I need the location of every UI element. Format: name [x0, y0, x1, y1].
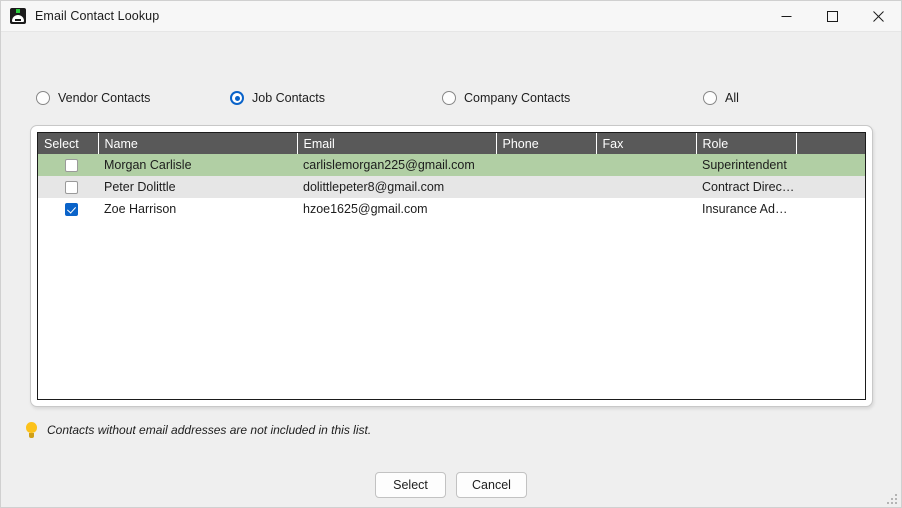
- maximize-button[interactable]: [809, 1, 855, 32]
- radio-icon-vendor-contacts: [36, 91, 50, 105]
- table-row[interactable]: Peter Dolittle dolittlepeter8@gmail.com …: [38, 176, 865, 198]
- app-icon: [10, 8, 26, 24]
- column-header-role[interactable]: Role: [696, 133, 797, 154]
- minimize-button[interactable]: [763, 1, 809, 32]
- radio-label-job-contacts: Job Contacts: [252, 91, 325, 105]
- cell-extra: [796, 198, 865, 220]
- cell-name: Morgan Carlisle: [98, 154, 297, 176]
- table-row[interactable]: Morgan Carlisle carlislemorgan225@gmail.…: [38, 154, 865, 176]
- table-header-row: Select Name Email Phone Fax Role: [38, 133, 865, 154]
- column-header-blank[interactable]: [796, 133, 865, 154]
- cell-fax: [596, 154, 696, 176]
- contacts-grid-panel: Select Name Email Phone Fax Role Morgan …: [30, 125, 873, 407]
- column-header-phone[interactable]: Phone: [496, 133, 597, 154]
- column-header-name[interactable]: Name: [98, 133, 298, 154]
- resize-grip[interactable]: [885, 492, 897, 504]
- radio-job-contacts[interactable]: Job Contacts: [230, 85, 325, 111]
- select-button[interactable]: Select: [375, 472, 446, 498]
- cell-email: carlislemorgan225@gmail.com: [297, 154, 496, 176]
- radio-icon-job-contacts: [230, 91, 244, 105]
- radio-company-contacts[interactable]: Company Contacts: [442, 85, 570, 111]
- close-button[interactable]: [855, 1, 901, 32]
- cell-email: hzoe1625@gmail.com: [297, 198, 496, 220]
- contact-type-filter-group: Vendor Contacts Job Contacts Company Con…: [1, 85, 901, 111]
- lightbulb-icon: [26, 422, 37, 438]
- table-row[interactable]: Zoe Harrison hzoe1625@gmail.com Insuranc…: [38, 198, 865, 220]
- dialog-actions: Select Cancel: [1, 472, 901, 498]
- row-select-cell[interactable]: [38, 176, 98, 198]
- radio-label-company-contacts: Company Contacts: [464, 91, 571, 105]
- row-select-cell[interactable]: [38, 198, 98, 220]
- radio-vendor-contacts[interactable]: Vendor Contacts: [36, 85, 150, 111]
- radio-label-vendor-contacts: Vendor Contacts: [58, 91, 151, 105]
- row-select-cell[interactable]: [38, 154, 98, 176]
- cell-name: Peter Dolittle: [98, 176, 297, 198]
- radio-icon-company-contacts: [442, 91, 456, 105]
- row-checkbox[interactable]: [64, 181, 78, 195]
- row-checkbox[interactable]: [64, 159, 78, 173]
- cell-phone: [496, 176, 596, 198]
- cancel-button[interactable]: Cancel: [456, 472, 527, 498]
- column-header-email[interactable]: Email: [297, 133, 497, 154]
- cell-extra: [796, 176, 865, 198]
- cell-role: Contract Director: [696, 176, 796, 198]
- column-header-select[interactable]: Select: [38, 133, 99, 154]
- radio-label-all: All: [725, 91, 739, 105]
- cell-phone: [496, 154, 596, 176]
- hint-text: Contacts without email addresses are not…: [47, 423, 372, 437]
- radio-all[interactable]: All: [703, 85, 739, 111]
- cell-fax: [596, 176, 696, 198]
- window-title: Email Contact Lookup: [35, 9, 160, 23]
- column-header-fax[interactable]: Fax: [596, 133, 697, 154]
- cell-role: Superintendent: [696, 154, 796, 176]
- cell-extra: [796, 154, 865, 176]
- cell-fax: [596, 198, 696, 220]
- cell-email: dolittlepeter8@gmail.com: [297, 176, 496, 198]
- hint-message: Contacts without email addresses are not…: [26, 422, 371, 438]
- contacts-grid[interactable]: Select Name Email Phone Fax Role Morgan …: [37, 132, 866, 400]
- cell-name: Zoe Harrison: [98, 198, 297, 220]
- row-checkbox[interactable]: [64, 203, 78, 217]
- radio-icon-all: [703, 91, 717, 105]
- cell-role: Insurance Admini...: [696, 198, 796, 220]
- title-bar: Email Contact Lookup: [1, 1, 901, 32]
- window-controls: [763, 1, 901, 32]
- cell-phone: [496, 198, 596, 220]
